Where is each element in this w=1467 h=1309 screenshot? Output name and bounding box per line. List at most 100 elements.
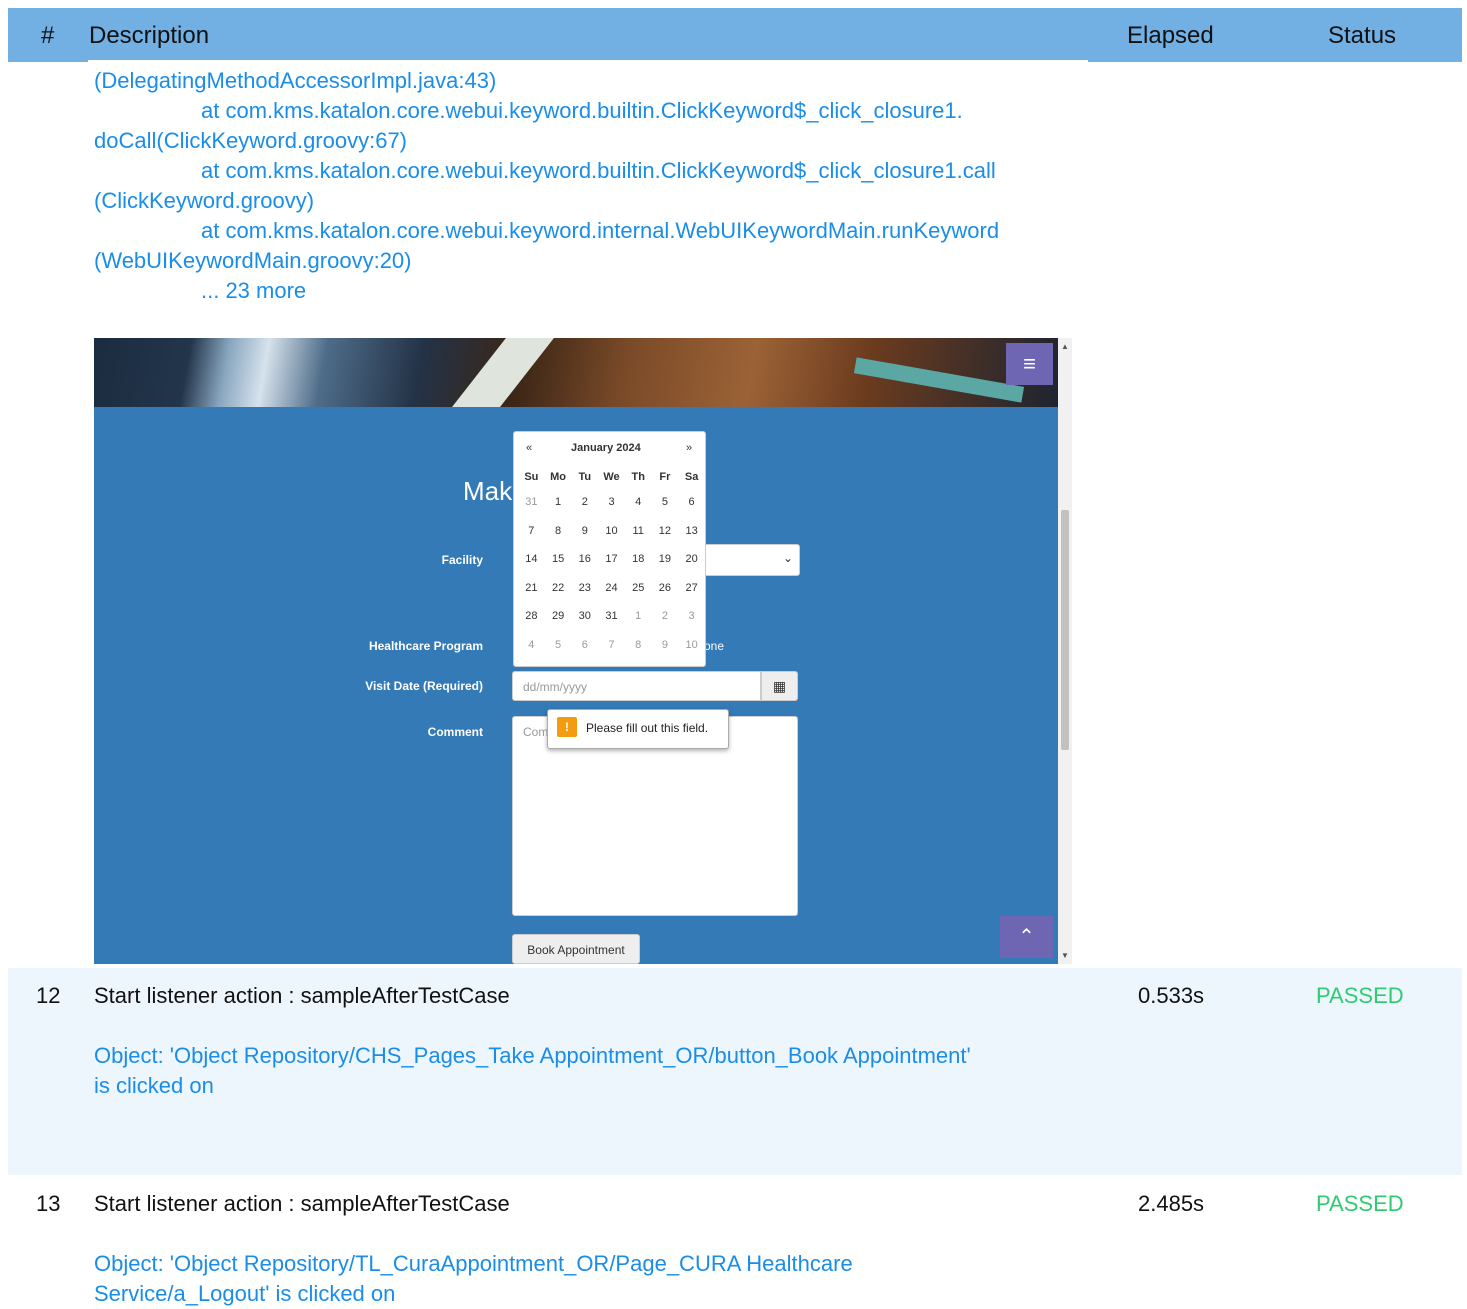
object-line: Service/a_Logout' is clicked on (94, 1281, 396, 1306)
calendar-day[interactable]: 25 (625, 574, 652, 603)
object-line: Object: 'Object Repository/TL_CuraAppoin… (94, 1251, 853, 1276)
trace-line: (ClickKeyword.groovy) (94, 188, 315, 213)
next-month-button[interactable]: » (686, 442, 692, 454)
prev-month-button[interactable]: « (526, 442, 532, 454)
calendar-day[interactable]: 9 (652, 631, 679, 660)
calendar-day[interactable]: 6 (571, 631, 598, 660)
scrollbar-thumb[interactable] (1061, 510, 1069, 750)
row-status: PASSED (1316, 983, 1404, 1008)
calendar-grid: Su Mo Tu We Th Fr Sa 31 1 2 3 4 5 6 7 8 … (518, 466, 705, 659)
calendar-day[interactable]: 20 (678, 545, 705, 574)
row-description: Start listener action : sampleAfterTestC… (94, 1191, 510, 1216)
stack-trace: (DelegatingMethodAccessorImpl.java:43) a… (94, 66, 1094, 306)
weekday-header: Mo (550, 471, 567, 483)
calendar-day[interactable]: 2 (571, 488, 598, 517)
calendar-day[interactable]: 28 (518, 602, 545, 631)
calendar-icon: ▦ (772, 678, 787, 694)
row-status: PASSED (1316, 1191, 1404, 1216)
month-title[interactable]: January 2024 (571, 442, 641, 454)
healthcare-program-label: Healthcare Program (368, 639, 483, 653)
calendar-day[interactable]: 31 (518, 488, 545, 517)
calendar-day[interactable]: 19 (652, 545, 679, 574)
col-elapsed-header: Elapsed (1127, 22, 1214, 49)
thermometer-image (452, 338, 554, 407)
weekday-header: Fr (659, 471, 671, 483)
header-divider (88, 60, 1088, 62)
calendar-day[interactable]: 4 (518, 631, 545, 660)
trace-line: at com.kms.katalon.core.webui.keyword.bu… (201, 158, 996, 183)
comment-label: Comment (427, 725, 483, 739)
row-number: 12 (36, 983, 61, 1008)
trace-line: ... 23 more (201, 278, 307, 303)
teddy-bear-scarf (853, 357, 1025, 403)
calendar-day[interactable]: 6 (678, 488, 705, 517)
calendar-day[interactable]: 3 (678, 602, 705, 631)
scroll-down-arrow-icon[interactable]: ▼ (1061, 951, 1069, 960)
calendar-day[interactable]: 22 (545, 574, 572, 603)
row-object-message: Object: 'Object Repository/CHS_Pages_Tak… (94, 1041, 1074, 1101)
calendar-day[interactable]: 11 (625, 517, 652, 546)
radio-none-label[interactable]: one (704, 639, 724, 653)
facility-label: Facility (441, 553, 483, 567)
table-row: 12 Start listener action : sampleAfterTe… (8, 968, 1462, 1175)
calendar-day[interactable]: 26 (652, 574, 679, 603)
calendar-day[interactable]: 13 (678, 517, 705, 546)
validation-tooltip: ! Please fill out this field. (547, 709, 729, 749)
calendar-day[interactable]: 7 (518, 517, 545, 546)
calendar-day[interactable]: 27 (678, 574, 705, 603)
validation-message: Please fill out this field. (586, 721, 709, 735)
calendar-day[interactable]: 31 (598, 602, 625, 631)
page-title: Mak (463, 476, 513, 506)
weekday-header: Su (524, 471, 539, 483)
trace-line: (WebUIKeywordMain.groovy:20) (94, 248, 412, 273)
calendar-day[interactable]: 5 (652, 488, 679, 517)
scroll-to-top-button[interactable]: ⌃ (1000, 916, 1053, 958)
hamburger-icon: ≡ (1023, 351, 1036, 376)
calendar-day[interactable]: 14 (518, 545, 545, 574)
calendar-day[interactable]: 5 (545, 631, 572, 660)
calendar-day[interactable]: 17 (598, 545, 625, 574)
trace-line: doCall(ClickKeyword.groovy:67) (94, 128, 408, 153)
visit-date-input[interactable]: dd/mm/yyyy (512, 671, 761, 701)
calendar-day[interactable]: 8 (545, 517, 572, 546)
trace-line: at com.kms.katalon.core.webui.keyword.bu… (201, 98, 963, 123)
calendar-day[interactable]: 3 (598, 488, 625, 517)
calendar-day[interactable]: 23 (571, 574, 598, 603)
col-number-header: # (41, 22, 55, 49)
calendar-day[interactable]: 1 (545, 488, 572, 517)
table-row: 13 Start listener action : sampleAfterTe… (8, 1176, 1462, 1306)
row-elapsed: 2.485s (1138, 1191, 1205, 1216)
calendar-day[interactable]: 10 (598, 517, 625, 546)
calendar-day[interactable]: 16 (571, 545, 598, 574)
col-description-header: Description (89, 22, 210, 49)
calendar-day[interactable]: 21 (518, 574, 545, 603)
calendar-day[interactable]: 29 (545, 602, 572, 631)
book-appointment-button[interactable]: Book Appointment (512, 934, 640, 964)
calendar-button[interactable]: ▦ (761, 671, 798, 701)
calendar-day[interactable]: 9 (571, 517, 598, 546)
weekday-header: Sa (684, 471, 699, 483)
screenshot-scrollbar[interactable]: ▲ ▼ (1058, 338, 1072, 964)
weekday-header: Tu (578, 471, 592, 483)
hero-image (94, 338, 1058, 407)
visit-date-label: Visit Date (Required) (365, 679, 483, 693)
calendar-day[interactable]: 10 (678, 631, 705, 660)
object-line: is clicked on (94, 1073, 214, 1098)
scroll-up-arrow-icon[interactable]: ▲ (1061, 342, 1069, 351)
calendar-day[interactable]: 8 (625, 631, 652, 660)
weekday-header: We (603, 471, 620, 483)
calendar-day[interactable]: 15 (545, 545, 572, 574)
table-header: # Description Elapsed Status (8, 8, 1462, 62)
calendar-day[interactable]: 1 (625, 602, 652, 631)
calendar-day[interactable]: 18 (625, 545, 652, 574)
calendar-day[interactable]: 30 (571, 602, 598, 631)
calendar-day[interactable]: 24 (598, 574, 625, 603)
calendar-day[interactable]: 7 (598, 631, 625, 660)
menu-toggle-button[interactable]: ≡ (1006, 343, 1053, 385)
datepicker: « January 2024 » Su Mo Tu We Th Fr Sa 31… (513, 431, 706, 667)
calendar-day[interactable]: 2 (652, 602, 679, 631)
warning-icon: ! (557, 717, 577, 737)
chevron-up-icon: ⌃ (1018, 926, 1035, 948)
calendar-day[interactable]: 4 (625, 488, 652, 517)
calendar-day[interactable]: 12 (652, 517, 679, 546)
